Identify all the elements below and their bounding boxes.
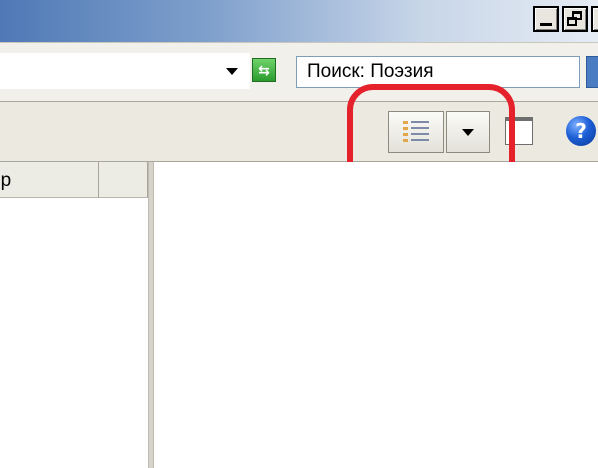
restore-button[interactable] [562,6,588,32]
file-list-pane: ер [0,162,148,468]
refresh-icon: ⇆ [258,62,270,78]
help-button[interactable]: ? [566,116,596,146]
column-header[interactable] [100,162,148,198]
minimize-icon [540,23,552,26]
minimize-button[interactable] [533,6,559,32]
preview-pane [154,162,598,468]
column-header[interactable]: ер [0,162,99,198]
refresh-go-button[interactable]: ⇆ [252,58,276,82]
address-dropdown-button[interactable] [222,61,242,81]
column-header-row: ер [0,162,148,198]
window-title-bar [0,0,598,42]
search-button[interactable] [586,56,598,88]
chevron-down-icon [226,67,238,75]
close-button[interactable] [591,6,598,32]
address-field[interactable] [0,53,250,89]
